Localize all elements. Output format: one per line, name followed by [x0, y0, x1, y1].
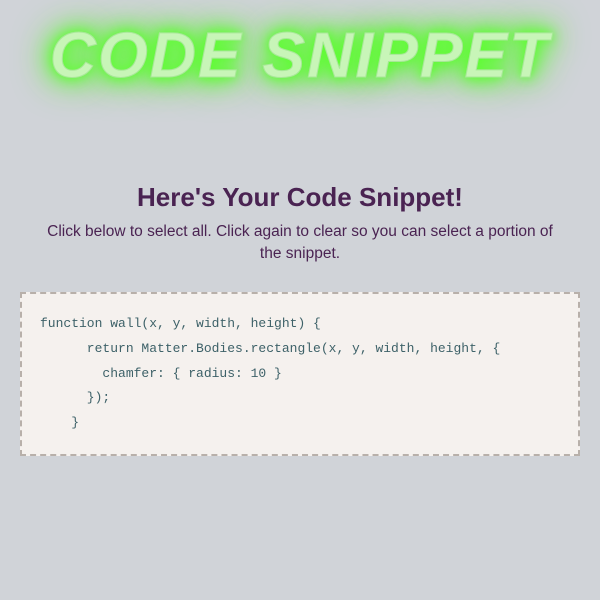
content-area: Here's Your Code Snippet! Click below to…	[0, 182, 600, 264]
code-snippet-box[interactable]: function wall(x, y, width, height) { ret…	[20, 292, 580, 455]
banner-title: CODE SNIPPET	[0, 0, 600, 92]
instructions-text: Click below to select all. Click again t…	[40, 221, 560, 264]
page-heading: Here's Your Code Snippet!	[20, 182, 580, 213]
code-content[interactable]: function wall(x, y, width, height) { ret…	[40, 312, 560, 435]
